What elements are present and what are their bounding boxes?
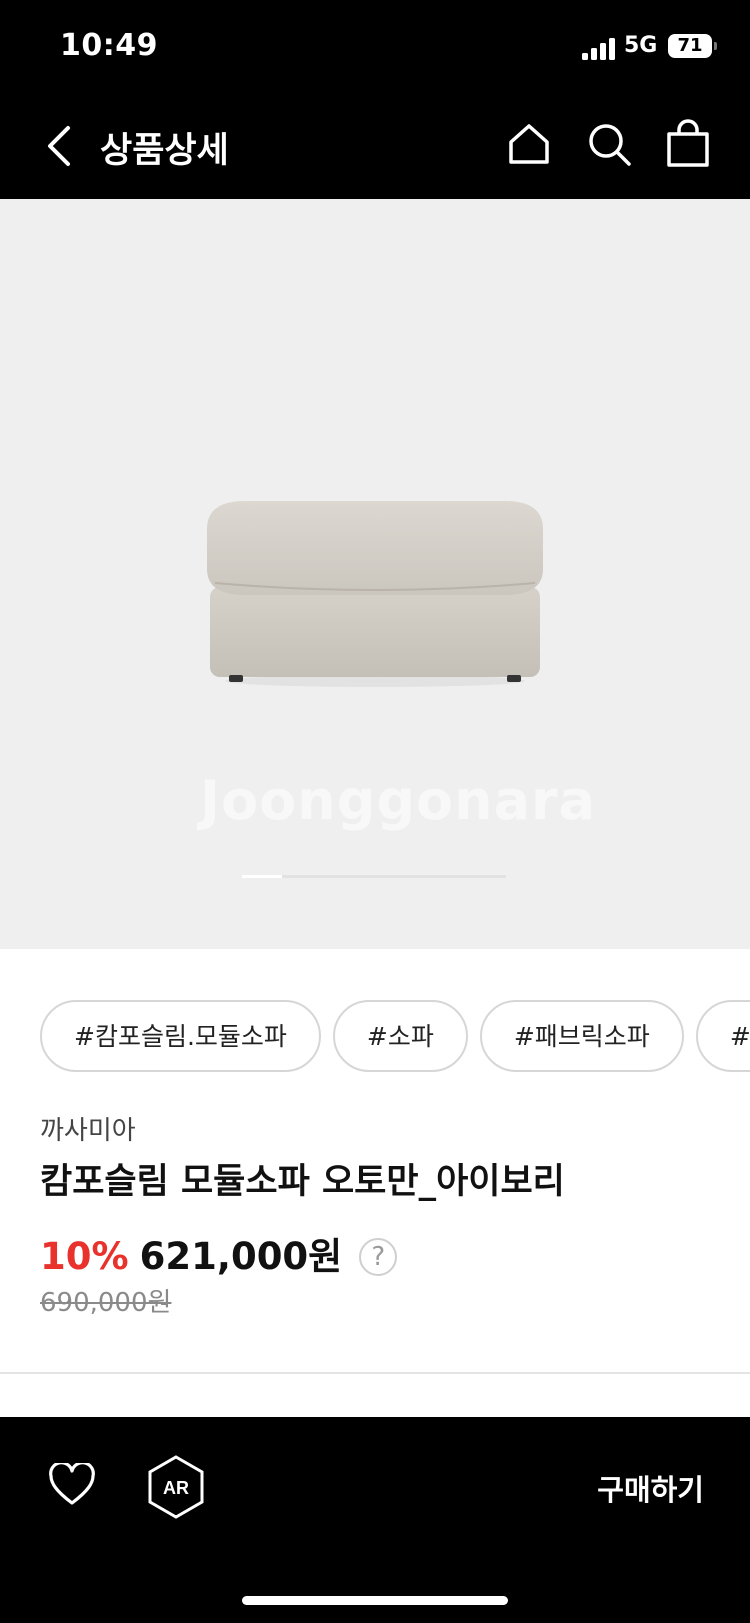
tag-chip[interactable]: #캄 — [695, 1000, 750, 1072]
tag-chip[interactable]: #패브릭소파 — [479, 1000, 684, 1072]
shopping-bag-icon[interactable] — [665, 118, 711, 168]
price-row: 10% 621,000원 ? — [40, 1226, 398, 1278]
tag-chip[interactable]: #소파 — [332, 1000, 468, 1072]
heart-icon[interactable] — [48, 1463, 96, 1507]
original-price: 690,000원 — [40, 1288, 172, 1318]
home-icon[interactable] — [505, 120, 553, 168]
header-bar: 상품상세 — [0, 96, 750, 199]
price-help-icon[interactable]: ? — [359, 1238, 398, 1276]
gallery-indicator-fill — [242, 875, 282, 878]
sale-price: 621,000원 — [139, 1235, 343, 1278]
product-image — [207, 501, 543, 687]
page-title: 상품상세 — [100, 131, 229, 171]
network-type: 5G — [624, 33, 658, 58]
discount-rate: 10% — [40, 1235, 129, 1278]
back-chevron-icon[interactable] — [40, 122, 80, 170]
buy-button[interactable]: 구매하기 — [597, 1467, 704, 1509]
watermark: Joonggonara — [200, 769, 597, 832]
status-time: 10:49 — [60, 28, 158, 63]
tag-list: #캄포슬림.모듈소파#소파#패브릭소파#캄 — [40, 1000, 750, 1074]
search-icon[interactable] — [585, 120, 633, 168]
tag-chip[interactable]: #캄포슬림.모듈소파 — [40, 1000, 321, 1072]
ar-icon[interactable]: AR — [146, 1455, 206, 1519]
gallery-page-indicator — [242, 875, 506, 878]
ar-label: AR — [163, 1478, 189, 1498]
home-indicator — [242, 1596, 508, 1605]
product-name: 캄포슬림 모듈소파 오토만_아이보리 — [40, 1162, 565, 1202]
bottom-action-bar: AR 구매하기 — [0, 1417, 750, 1623]
signal-icon — [582, 38, 615, 60]
divider — [0, 1372, 750, 1374]
product-image-gallery[interactable]: Joonggonara — [0, 199, 750, 949]
status-bar: 10:49 5G 71 — [0, 0, 750, 96]
battery-icon: 71 — [668, 34, 717, 58]
brand-name[interactable]: 까사미아 — [40, 1110, 136, 1147]
